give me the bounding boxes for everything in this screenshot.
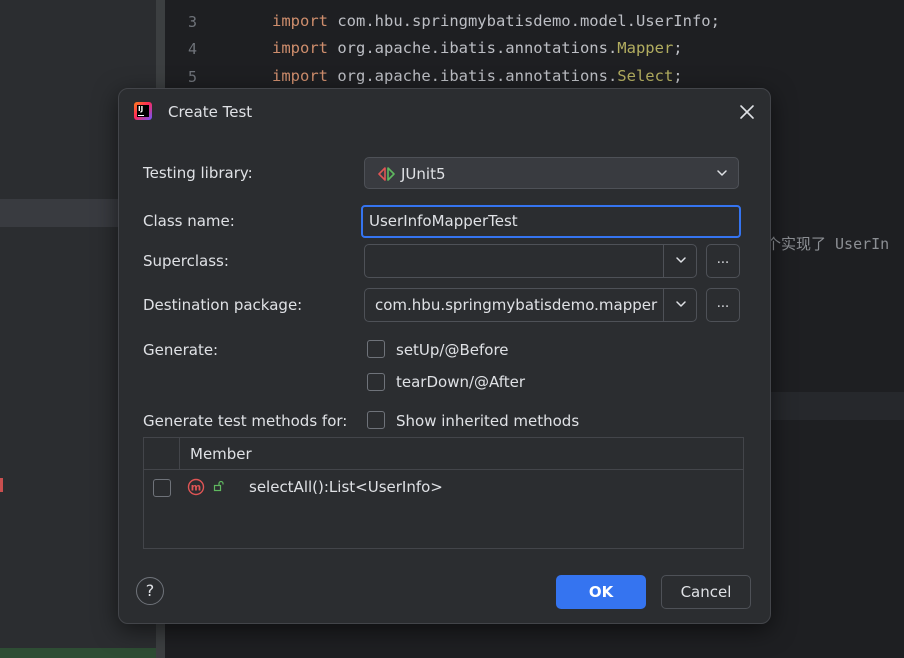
teardown-after-label[interactable]: tearDown/@After	[396, 373, 525, 391]
member-checkbox[interactable]	[153, 479, 171, 497]
code-path: com.hbu.springmybatisdemo.model.UserInfo	[328, 12, 711, 30]
code-keyword: import	[272, 67, 328, 85]
code-keyword: import	[272, 12, 328, 30]
code-line[interactable]: import org.apache.ibatis.annotations.Map…	[272, 39, 683, 57]
generate-label: Generate:	[143, 341, 219, 359]
class-name-label: Class name:	[143, 212, 235, 230]
code-annotation: Mapper	[617, 39, 674, 57]
show-inherited-checkbox[interactable]	[367, 411, 385, 429]
code-path: org.apache.ibatis.annotations.	[328, 39, 618, 57]
testing-library-value: JUnit5	[401, 165, 446, 183]
destination-package-browse-button[interactable]: ...	[706, 288, 740, 322]
intellij-logo-icon: IJ	[134, 102, 152, 120]
public-lock-icon	[213, 480, 224, 492]
dialog-title: Create Test	[168, 103, 253, 121]
code-path: org.apache.ibatis.annotations.	[328, 67, 618, 85]
code-line[interactable]: import org.apache.ibatis.annotations.Sel…	[272, 67, 683, 85]
code-line[interactable]: import com.hbu.springmybatisdemo.model.U…	[272, 12, 720, 30]
generate-methods-label: Generate test methods for:	[143, 412, 348, 430]
table-row[interactable]: m selectAll():List<UserInfo>	[144, 470, 743, 504]
show-inherited-label[interactable]: Show inherited methods	[396, 412, 579, 430]
testing-library-label: Testing library:	[143, 164, 253, 182]
code-annotation: Select	[617, 67, 674, 85]
code-semicolon: ;	[673, 39, 683, 57]
table-header-checkbox-column	[144, 438, 180, 469]
chevron-down-icon[interactable]	[675, 298, 687, 310]
svg-text:m: m	[191, 483, 201, 494]
chevron-down-icon	[717, 170, 727, 176]
destination-package-value: com.hbu.springmybatisdemo.mapper	[375, 296, 658, 314]
cancel-button[interactable]: Cancel	[661, 575, 751, 609]
combo-divider	[663, 289, 664, 321]
method-signature: selectAll():List<UserInfo>	[249, 478, 443, 496]
table-header: Member	[144, 438, 743, 470]
junit-icon	[378, 167, 395, 181]
superclass-browse-button[interactable]: ...	[706, 244, 740, 278]
error-marker	[0, 478, 3, 492]
code-keyword: import	[272, 39, 328, 57]
superclass-label: Superclass:	[143, 252, 229, 270]
combo-divider	[663, 245, 664, 277]
line-number: 3	[187, 13, 197, 31]
teardown-after-checkbox[interactable]	[367, 373, 385, 391]
setup-before-checkbox[interactable]	[367, 340, 385, 358]
code-semicolon: ;	[710, 12, 720, 30]
class-name-field-wrapper	[361, 205, 741, 238]
code-semicolon: ;	[673, 67, 683, 85]
create-test-dialog: IJ Create Test Testing library: JUnit5 C…	[118, 88, 771, 624]
class-name-input[interactable]	[369, 210, 729, 232]
help-button[interactable]: ?	[136, 577, 164, 605]
column-header-member[interactable]: Member	[190, 445, 252, 463]
editor-comment-fragment: 个实现了 UserIn	[766, 235, 890, 253]
status-strip	[0, 648, 156, 658]
destination-package-label: Destination package:	[143, 296, 303, 314]
line-number: 4	[187, 40, 197, 58]
method-icon: m	[187, 478, 205, 496]
ok-button[interactable]: OK	[556, 575, 646, 609]
setup-before-label[interactable]: setUp/@Before	[396, 341, 509, 359]
superclass-combo[interactable]	[364, 244, 697, 278]
testing-library-select[interactable]: JUnit5	[364, 157, 739, 189]
destination-package-combo[interactable]: com.hbu.springmybatisdemo.mapper	[364, 288, 697, 322]
chevron-down-icon[interactable]	[675, 254, 687, 266]
editor-highlight-band	[770, 392, 904, 420]
members-table: Member m selectAll():List<UserInfo>	[143, 437, 744, 549]
line-number: 5	[187, 68, 197, 86]
close-icon[interactable]	[739, 104, 755, 120]
